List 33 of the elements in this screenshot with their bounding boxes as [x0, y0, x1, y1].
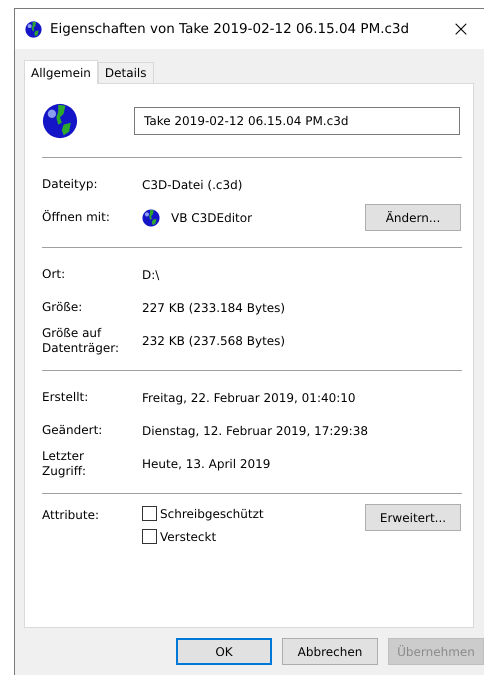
field-label: Attribute:	[42, 507, 100, 523]
field-value: VB C3DEditor	[171, 210, 252, 224]
app-globe-icon	[142, 208, 160, 226]
field-value: D:\	[142, 268, 160, 282]
tab[interactable]: Details	[98, 62, 154, 83]
file-globe-icon	[42, 103, 78, 139]
field-value: Heute, 13. April 2019	[142, 456, 272, 470]
change-button[interactable]: Ändern...	[365, 204, 461, 231]
field-value: 227 KB (233.184 Bytes)	[142, 300, 286, 314]
field-label: Ort:	[42, 267, 66, 282]
field-value: Freitag, 22. Februar 2019, 01:40:10	[142, 390, 357, 404]
window-title: Eigenschaften von Take 2019-02-12 06.15.04 PM.c3d	[50, 21, 410, 37]
field-label: Größe auf Datenträger:	[42, 326, 120, 356]
field-label: Erstellt:	[42, 390, 90, 405]
close-button[interactable]: ×	[438, 9, 484, 49]
field-label: Geändert:	[42, 423, 104, 438]
dialog-button[interactable]: OK	[176, 638, 272, 665]
dialog-button[interactable]: Abbrechen	[282, 638, 378, 665]
globe-icon	[25, 20, 42, 38]
field-label: Letzter Zugriff:	[42, 448, 88, 478]
field-value: C3D-Datei (.c3d)	[142, 178, 244, 192]
tab[interactable]: Allgemein	[24, 60, 98, 84]
checkbox[interactable]	[142, 529, 157, 544]
field-label: Größe:	[42, 300, 84, 315]
file-name-field[interactable]: Take 2019-02-12 06.15.04 PM.c3d	[134, 107, 460, 135]
checkbox-label: Schreibgeschützt	[160, 506, 264, 520]
checkbox[interactable]	[142, 506, 157, 521]
checkbox-label: Versteckt	[160, 530, 216, 544]
field-value: Dienstag, 12. Februar 2019, 17:29:38	[142, 424, 369, 438]
field-label: Öffnen mit:	[42, 210, 111, 225]
advanced-button[interactable]: Erweitert...	[365, 504, 461, 531]
field-label: Dateityp:	[42, 177, 98, 192]
field-value: 232 KB (237.568 Bytes)	[142, 334, 286, 348]
